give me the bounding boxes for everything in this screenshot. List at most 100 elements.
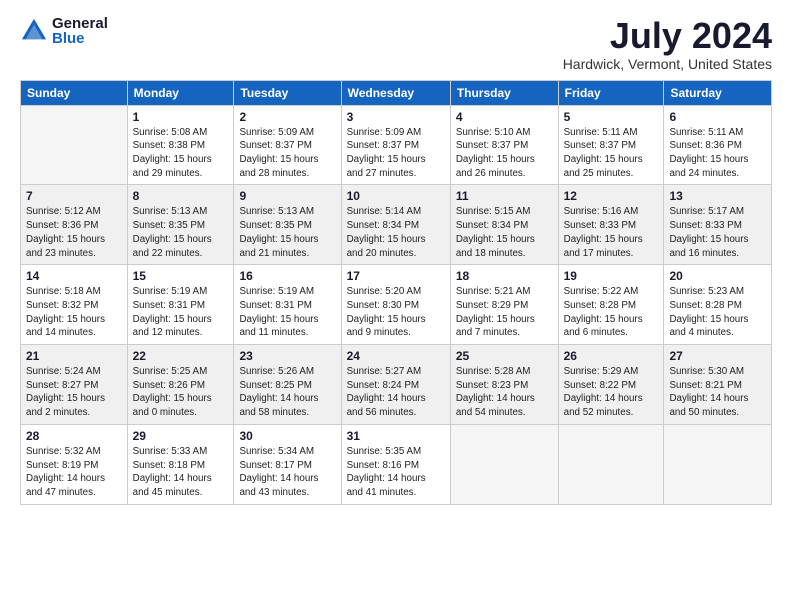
- day-info: Sunrise: 5:10 AMSunset: 8:37 PMDaylight:…: [456, 126, 553, 181]
- day-info: Sunrise: 5:11 AMSunset: 8:37 PMDaylight:…: [564, 126, 659, 181]
- day-info: Sunrise: 5:28 AMSunset: 8:23 PMDaylight:…: [456, 365, 553, 420]
- table-row: 13 Sunrise: 5:17 AMSunset: 8:33 PMDayligh…: [664, 185, 772, 265]
- table-row: 17 Sunrise: 5:20 AMSunset: 8:30 PMDayligh…: [341, 265, 450, 345]
- calendar-header-row: Sunday Monday Tuesday Wednesday Thursday…: [21, 80, 772, 105]
- day-info: Sunrise: 5:29 AMSunset: 8:22 PMDaylight:…: [564, 365, 659, 420]
- day-info: Sunrise: 5:12 AMSunset: 8:36 PMDaylight:…: [26, 205, 122, 260]
- header-sunday: Sunday: [21, 80, 128, 105]
- day-number: 3: [347, 110, 445, 124]
- table-row: 20 Sunrise: 5:23 AMSunset: 8:28 PMDayligh…: [664, 265, 772, 345]
- table-row: 10Sunrise: 5:14 AMSunset: 8:34 PMDayligh…: [341, 185, 450, 265]
- day-number: 15: [133, 269, 229, 283]
- day-info: Sunrise: 5:21 AMSunset: 8:29 PMDaylight:…: [456, 285, 553, 340]
- day-number: 26: [564, 349, 659, 363]
- day-number: 7: [26, 189, 122, 203]
- page: General Blue July 2024 Hardwick, Vermont…: [0, 0, 792, 612]
- logo-blue-text: Blue: [52, 31, 108, 46]
- table-row: 9Sunrise: 5:13 AMSunset: 8:35 PMDaylight…: [234, 185, 341, 265]
- day-info: Sunrise: 5:25 AMSunset: 8:26 PMDaylight:…: [133, 365, 229, 420]
- day-info: Sunrise: 5:26 AMSunset: 8:25 PMDaylight:…: [239, 365, 335, 420]
- header-tuesday: Tuesday: [234, 80, 341, 105]
- day-info: Sunrise: 5:34 AMSunset: 8:17 PMDaylight:…: [239, 445, 335, 500]
- day-number: 18: [456, 269, 553, 283]
- day-number: 14: [26, 269, 122, 283]
- day-info: Sunrise: 5:19 AMSunset: 8:31 PMDaylight:…: [239, 285, 335, 340]
- table-row: 27Sunrise: 5:30 AMSunset: 8:21 PMDayligh…: [664, 345, 772, 425]
- header-saturday: Saturday: [664, 80, 772, 105]
- day-number: 8: [133, 189, 229, 203]
- table-row: 4 Sunrise: 5:10 AMSunset: 8:37 PMDaylight…: [450, 105, 558, 185]
- day-number: 2: [239, 110, 335, 124]
- table-row: 1 Sunrise: 5:08 AMSunset: 8:38 PMDaylight…: [127, 105, 234, 185]
- day-number: 17: [347, 269, 445, 283]
- day-number: 31: [347, 429, 445, 443]
- table-row: 6Sunrise: 5:11 AMSunset: 8:36 PMDaylight…: [664, 105, 772, 185]
- table-row: 11 Sunrise: 5:15 AMSunset: 8:34 PMDayligh…: [450, 185, 558, 265]
- calendar-table: Sunday Monday Tuesday Wednesday Thursday…: [20, 80, 772, 505]
- table-row: 5Sunrise: 5:11 AMSunset: 8:37 PMDaylight…: [558, 105, 664, 185]
- day-number: 23: [239, 349, 335, 363]
- day-info: Sunrise: 5:18 AMSunset: 8:32 PMDaylight:…: [26, 285, 122, 340]
- table-row: 25 Sunrise: 5:28 AMSunset: 8:23 PMDayligh…: [450, 345, 558, 425]
- header-monday: Monday: [127, 80, 234, 105]
- day-info: Sunrise: 5:08 AMSunset: 8:38 PMDaylight:…: [133, 126, 229, 181]
- day-number: 11: [456, 189, 553, 203]
- day-number: 1: [133, 110, 229, 124]
- day-number: 10: [347, 189, 445, 203]
- day-number: 25: [456, 349, 553, 363]
- calendar-week-row: 7 Sunrise: 5:12 AMSunset: 8:36 PMDaylight…: [21, 185, 772, 265]
- table-row: 8 Sunrise: 5:13 AMSunset: 8:35 PMDaylight…: [127, 185, 234, 265]
- header-friday: Friday: [558, 80, 664, 105]
- calendar-week-row: 1 Sunrise: 5:08 AMSunset: 8:38 PMDaylight…: [21, 105, 772, 185]
- table-row: 26 Sunrise: 5:29 AMSunset: 8:22 PMDayligh…: [558, 345, 664, 425]
- day-info: Sunrise: 5:35 AMSunset: 8:16 PMDaylight:…: [347, 445, 445, 500]
- table-row: [450, 424, 558, 504]
- day-number: 30: [239, 429, 335, 443]
- day-info: Sunrise: 5:11 AMSunset: 8:36 PMDaylight:…: [669, 126, 766, 181]
- header-wednesday: Wednesday: [341, 80, 450, 105]
- logo-icon: [20, 17, 48, 45]
- day-info: Sunrise: 5:16 AMSunset: 8:33 PMDaylight:…: [564, 205, 659, 260]
- table-row: 18 Sunrise: 5:21 AMSunset: 8:29 PMDayligh…: [450, 265, 558, 345]
- table-row: 3 Sunrise: 5:09 AMSunset: 8:37 PMDaylight…: [341, 105, 450, 185]
- table-row: 14 Sunrise: 5:18 AMSunset: 8:32 PMDayligh…: [21, 265, 128, 345]
- day-number: 19: [564, 269, 659, 283]
- table-row: [664, 424, 772, 504]
- month-title: July 2024: [563, 16, 772, 56]
- table-row: 31 Sunrise: 5:35 AMSunset: 8:16 PMDayligh…: [341, 424, 450, 504]
- day-number: 4: [456, 110, 553, 124]
- table-row: 30 Sunrise: 5:34 AMSunset: 8:17 PMDayligh…: [234, 424, 341, 504]
- calendar-week-row: 14 Sunrise: 5:18 AMSunset: 8:32 PMDayligh…: [21, 265, 772, 345]
- day-number: 20: [669, 269, 766, 283]
- day-number: 13: [669, 189, 766, 203]
- day-number: 22: [133, 349, 229, 363]
- day-info: Sunrise: 5:33 AMSunset: 8:18 PMDaylight:…: [133, 445, 229, 500]
- day-info: Sunrise: 5:13 AMSunset: 8:35 PMDaylight:…: [133, 205, 229, 260]
- title-block: July 2024 Hardwick, Vermont, United Stat…: [563, 16, 772, 72]
- day-info: Sunrise: 5:15 AMSunset: 8:34 PMDaylight:…: [456, 205, 553, 260]
- table-row: [558, 424, 664, 504]
- table-row: 29Sunrise: 5:33 AMSunset: 8:18 PMDayligh…: [127, 424, 234, 504]
- table-row: 12Sunrise: 5:16 AMSunset: 8:33 PMDayligh…: [558, 185, 664, 265]
- logo: General Blue: [20, 16, 108, 46]
- table-row: 16Sunrise: 5:19 AMSunset: 8:31 PMDayligh…: [234, 265, 341, 345]
- day-number: 21: [26, 349, 122, 363]
- day-info: Sunrise: 5:17 AMSunset: 8:33 PMDaylight:…: [669, 205, 766, 260]
- day-info: Sunrise: 5:09 AMSunset: 8:37 PMDaylight:…: [239, 126, 335, 181]
- day-number: 27: [669, 349, 766, 363]
- day-number: 9: [239, 189, 335, 203]
- day-info: Sunrise: 5:27 AMSunset: 8:24 PMDaylight:…: [347, 365, 445, 420]
- calendar-week-row: 28Sunrise: 5:32 AMSunset: 8:19 PMDayligh…: [21, 424, 772, 504]
- day-info: Sunrise: 5:23 AMSunset: 8:28 PMDaylight:…: [669, 285, 766, 340]
- table-row: 22 Sunrise: 5:25 AMSunset: 8:26 PMDayligh…: [127, 345, 234, 425]
- table-row: 28Sunrise: 5:32 AMSunset: 8:19 PMDayligh…: [21, 424, 128, 504]
- day-number: 24: [347, 349, 445, 363]
- table-row: 24 Sunrise: 5:27 AMSunset: 8:24 PMDayligh…: [341, 345, 450, 425]
- table-row: 23 Sunrise: 5:26 AMSunset: 8:25 PMDayligh…: [234, 345, 341, 425]
- day-info: Sunrise: 5:20 AMSunset: 8:30 PMDaylight:…: [347, 285, 445, 340]
- header: General Blue July 2024 Hardwick, Vermont…: [20, 16, 772, 72]
- day-info: Sunrise: 5:09 AMSunset: 8:37 PMDaylight:…: [347, 126, 445, 181]
- table-row: 2 Sunrise: 5:09 AMSunset: 8:37 PMDaylight…: [234, 105, 341, 185]
- day-info: Sunrise: 5:19 AMSunset: 8:31 PMDaylight:…: [133, 285, 229, 340]
- logo-text: General Blue: [52, 16, 108, 46]
